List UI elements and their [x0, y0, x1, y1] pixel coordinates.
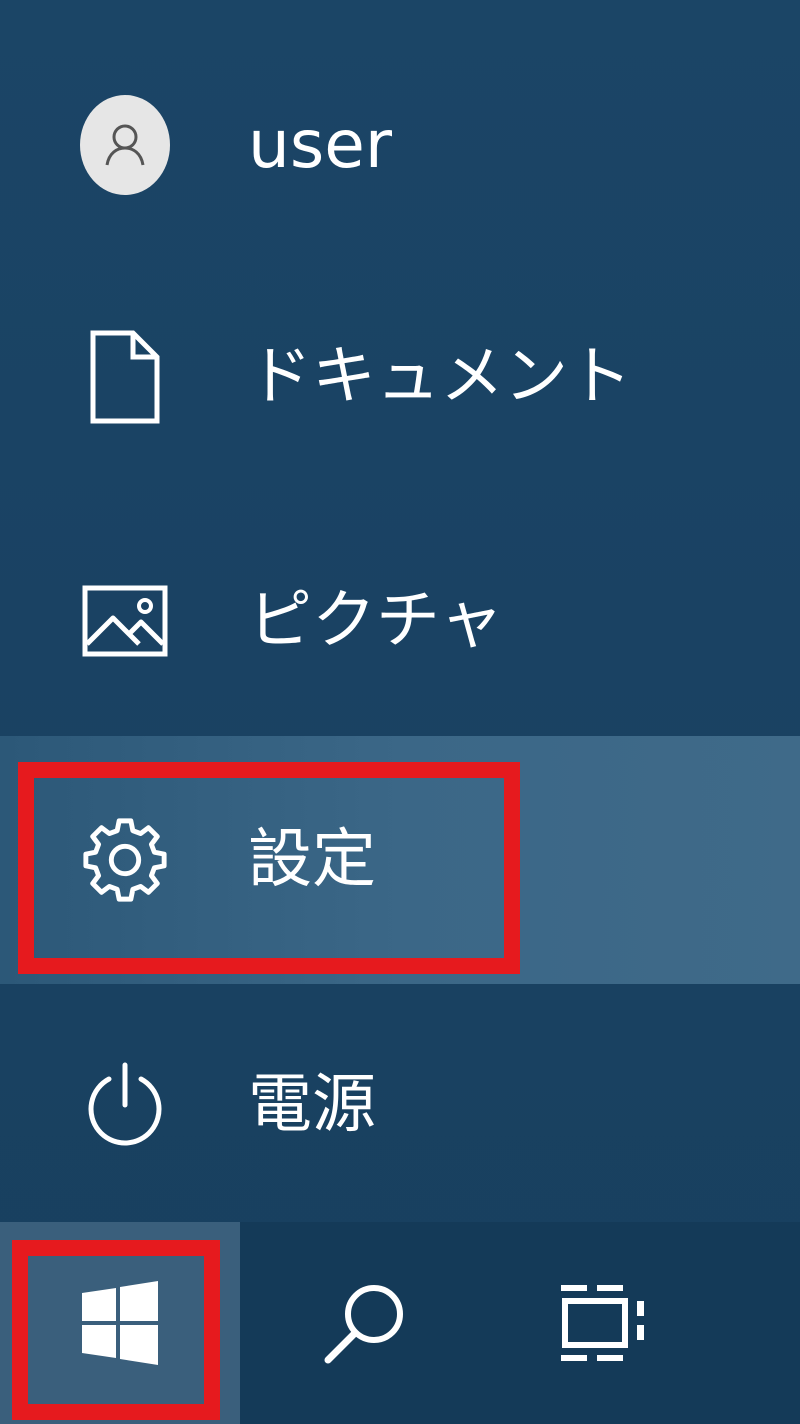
power-icon — [80, 1061, 170, 1149]
menu-item-label: user — [248, 106, 392, 183]
menu-item-user[interactable]: user — [0, 80, 800, 210]
task-view-icon — [561, 1285, 644, 1361]
picture-icon — [80, 584, 170, 658]
menu-item-documents[interactable]: ドキュメント — [0, 312, 800, 442]
document-icon — [80, 329, 170, 425]
start-menu-screen: user ドキュメント ピクチャ 設定 電源 — [0, 0, 800, 1424]
start-menu-panel: user ドキュメント ピクチャ 設定 電源 — [0, 0, 800, 1222]
task-view-button[interactable] — [540, 1222, 670, 1424]
windows-logo-icon — [82, 1281, 158, 1365]
gear-icon — [80, 814, 170, 906]
menu-item-label: 設定 — [248, 823, 376, 897]
menu-item-label: 電源 — [248, 1068, 376, 1142]
menu-item-power[interactable]: 電源 — [0, 1040, 800, 1170]
menu-item-label: ピクチャ — [248, 584, 504, 658]
menu-item-settings[interactable]: 設定 — [0, 736, 800, 984]
start-button[interactable] — [0, 1222, 240, 1424]
menu-item-pictures[interactable]: ピクチャ — [0, 556, 800, 686]
taskbar — [0, 1222, 800, 1424]
search-button[interactable] — [300, 1222, 430, 1424]
avatar — [80, 95, 170, 195]
menu-item-label: ドキュメント — [248, 340, 632, 414]
user-avatar-icon — [80, 95, 170, 195]
search-icon — [324, 1285, 403, 1364]
